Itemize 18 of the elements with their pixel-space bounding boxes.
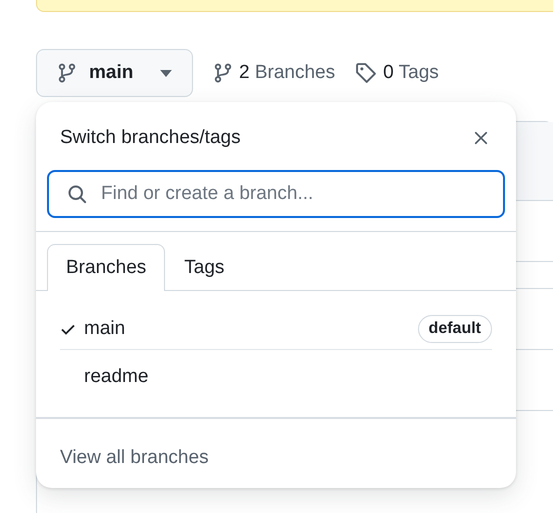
caret-icon: [160, 70, 172, 76]
tag-icon: [355, 62, 378, 84]
count-link[interactable]: 0 Tags: [355, 62, 439, 84]
search-icon: [67, 184, 87, 204]
search-field[interactable]: Find or create a branch...: [47, 170, 505, 218]
close-icon[interactable]: [474, 131, 488, 145]
menu-title: Switch branches/tags: [60, 127, 241, 149]
branch-button[interactable]: main: [36, 49, 193, 97]
branch-icon: [57, 63, 77, 83]
default-label: default: [418, 315, 492, 343]
tab[interactable]: Branches: [47, 244, 166, 291]
tab[interactable]: Tags: [165, 244, 244, 291]
branch-icon: [213, 63, 233, 83]
view-all-link[interactable]: View all branches: [60, 447, 209, 468]
branch-item[interactable]: main default: [60, 309, 492, 349]
count-link[interactable]: 2 Branches: [213, 62, 336, 84]
branch-item[interactable]: readme: [60, 349, 492, 409]
search-input[interactable]: Find or create a branch...: [99, 182, 485, 206]
